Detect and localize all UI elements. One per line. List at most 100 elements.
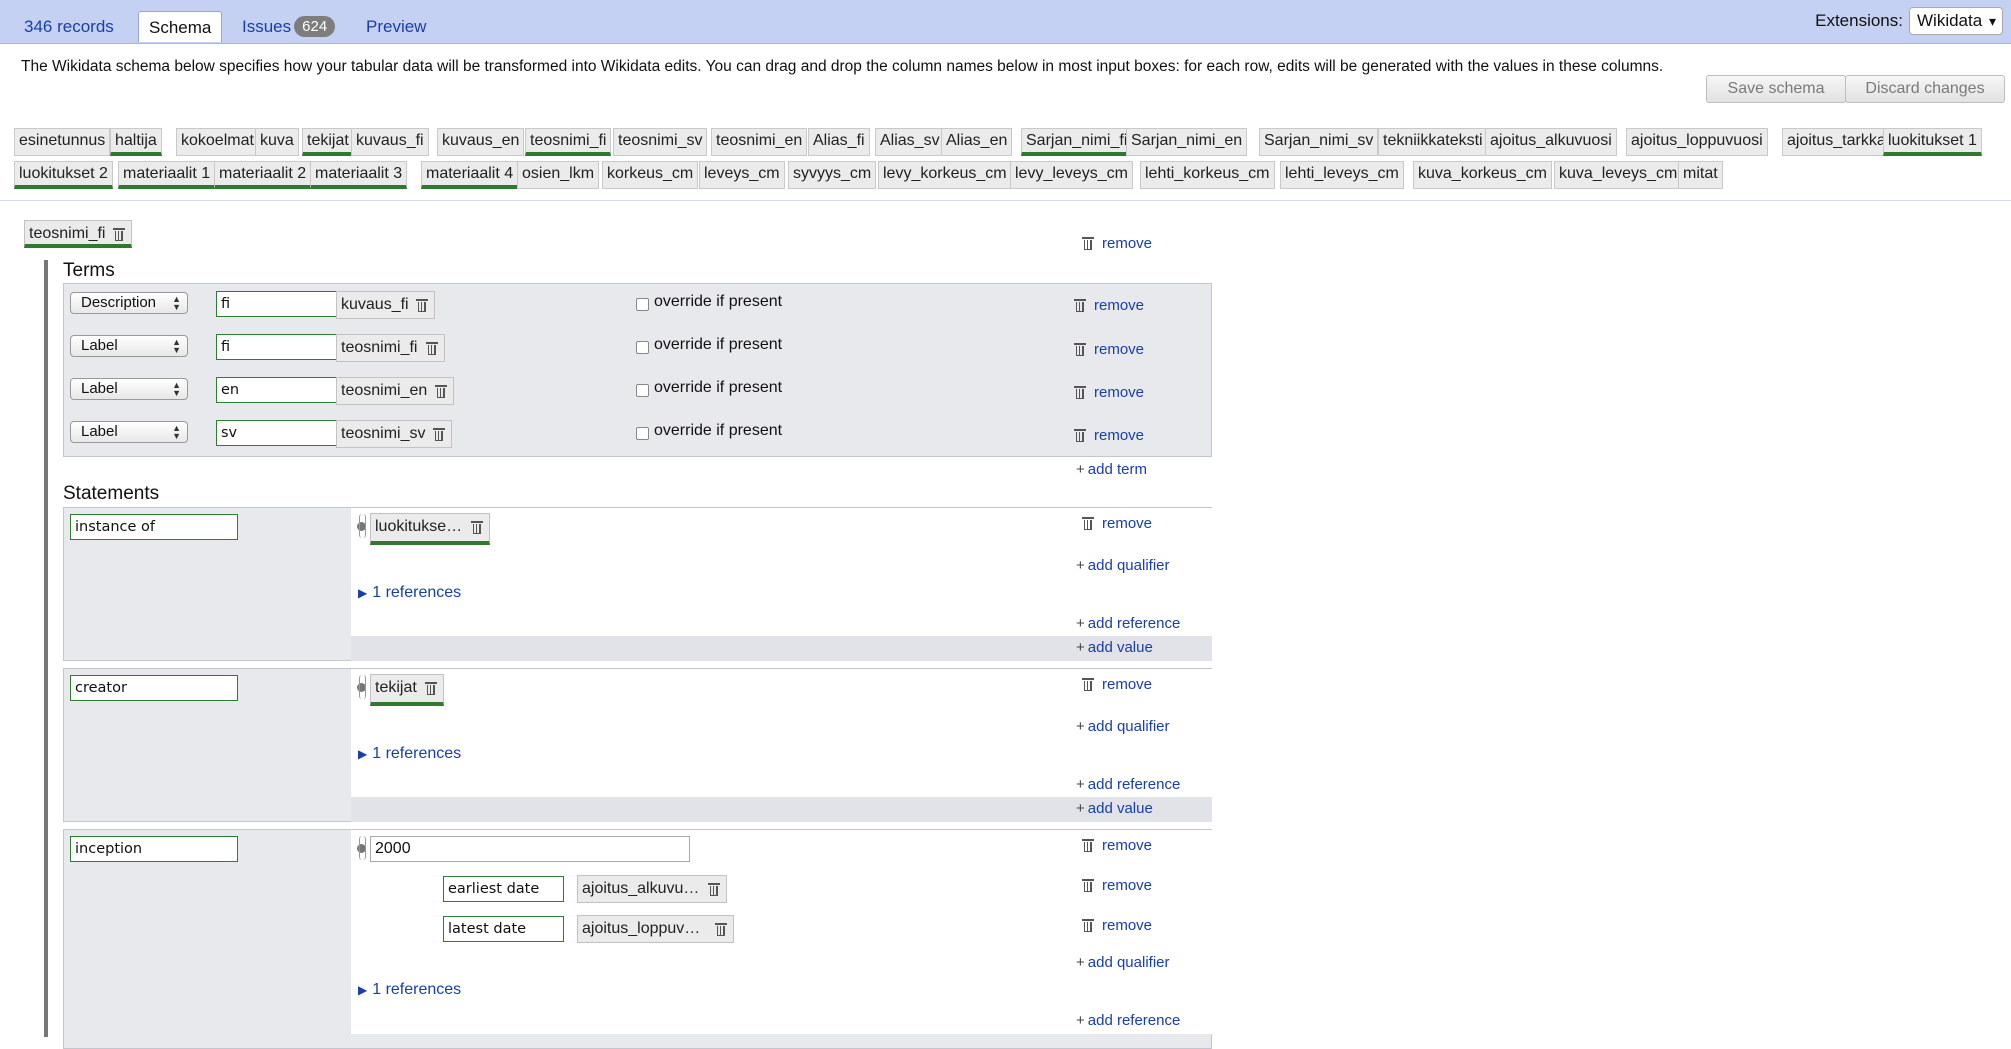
override-checkbox[interactable] bbox=[636, 384, 649, 397]
qualifier-remove-link[interactable]: remove bbox=[1082, 876, 1152, 895]
references-toggle[interactable]: ▶ 1 references bbox=[358, 981, 461, 999]
column-chip[interactable]: teosnimi_en bbox=[711, 128, 808, 156]
qualifier-property-input[interactable]: earliest date bbox=[443, 876, 564, 902]
override-checkbox[interactable] bbox=[636, 298, 649, 311]
column-chip[interactable]: levy_leveys_cm bbox=[1010, 161, 1133, 189]
column-chip[interactable]: luokitukset 2 bbox=[14, 161, 113, 189]
statement-value-input[interactable]: 2000 bbox=[370, 836, 690, 862]
column-chip[interactable]: kuva_korkeus_cm bbox=[1413, 161, 1552, 189]
column-chip[interactable]: Sarjan_nimi_sv bbox=[1259, 128, 1379, 156]
trash-icon[interactable] bbox=[113, 227, 125, 241]
column-chip[interactable]: materiaalit 1 bbox=[118, 161, 216, 189]
trash-icon[interactable] bbox=[426, 341, 438, 355]
drag-handle-icon[interactable] bbox=[356, 675, 368, 701]
term-language-input[interactable]: sv bbox=[216, 420, 340, 446]
add-reference-link[interactable]: + add reference bbox=[1076, 776, 1180, 794]
trash-icon[interactable] bbox=[471, 520, 483, 534]
drag-handle-icon[interactable] bbox=[356, 836, 368, 862]
term-value-chip[interactable]: teosnimi_en bbox=[336, 377, 454, 405]
column-chip[interactable]: lehti_leveys_cm bbox=[1280, 161, 1404, 189]
statement-value-chip[interactable]: tekijat bbox=[370, 674, 444, 706]
column-chip[interactable]: kokoelmat bbox=[176, 128, 259, 156]
add-reference-link[interactable]: + add reference bbox=[1076, 1012, 1180, 1030]
term-type-select[interactable]: Description ▲ ▼ bbox=[70, 292, 188, 314]
term-language-input[interactable]: en bbox=[216, 377, 340, 403]
qualifier-property-input[interactable]: latest date bbox=[443, 916, 564, 942]
column-chip[interactable]: materiaalit 3 bbox=[310, 161, 408, 189]
statement-remove-link[interactable]: remove bbox=[1082, 836, 1152, 855]
column-chip[interactable]: ajoitus_tarkka bbox=[1782, 128, 1891, 156]
term-type-select[interactable]: Label ▲ ▼ bbox=[70, 378, 188, 400]
term-remove-link[interactable]: remove bbox=[1074, 426, 1144, 445]
save-schema-button[interactable]: Save schema bbox=[1706, 75, 1846, 103]
item-subject-chip[interactable]: teosnimi_fi bbox=[24, 220, 132, 248]
extensions-dropdown[interactable]: Wikidata ▾ bbox=[1909, 7, 2003, 35]
column-chip[interactable]: Alias_en bbox=[941, 128, 1013, 156]
statement-remove-link[interactable]: remove bbox=[1082, 514, 1152, 533]
column-chip[interactable]: Sarjan_nimi_fi bbox=[1021, 128, 1133, 156]
discard-changes-button[interactable]: Discard changes bbox=[1845, 75, 2005, 103]
add-value-link[interactable]: + add value bbox=[1076, 800, 1153, 818]
term-type-select[interactable]: Label ▲ ▼ bbox=[70, 421, 188, 443]
column-chip[interactable]: luokitukset 1 bbox=[1883, 128, 1982, 156]
trash-icon[interactable] bbox=[708, 882, 720, 896]
tab-preview[interactable]: Preview bbox=[356, 11, 436, 42]
column-chip[interactable]: mitat bbox=[1678, 161, 1723, 189]
column-chip[interactable]: korkeus_cm bbox=[602, 161, 699, 189]
statement-property-input[interactable]: creator bbox=[70, 675, 238, 701]
term-type-select[interactable]: Label ▲ ▼ bbox=[70, 335, 188, 357]
column-chip[interactable]: ajoitus_alkuvuosi bbox=[1485, 128, 1617, 156]
add-qualifier-link[interactable]: + add qualifier bbox=[1076, 557, 1170, 575]
qualifier-remove-link[interactable]: remove bbox=[1082, 916, 1152, 935]
term-remove-link[interactable]: remove bbox=[1074, 383, 1144, 402]
column-chip[interactable]: kuvaus_fi bbox=[351, 128, 429, 156]
references-toggle[interactable]: ▶ 1 references bbox=[358, 584, 461, 602]
statement-value-chip[interactable]: luokitukse… bbox=[370, 513, 490, 545]
column-chip[interactable]: materiaalit 2 bbox=[214, 161, 312, 189]
add-qualifier-link[interactable]: + add qualifier bbox=[1076, 954, 1170, 972]
references-toggle[interactable]: ▶ 1 references bbox=[358, 745, 461, 763]
term-value-chip[interactable]: teosnimi_sv bbox=[336, 420, 452, 448]
column-chip[interactable]: lehti_korkeus_cm bbox=[1140, 161, 1275, 189]
column-chip[interactable]: Alias_sv bbox=[875, 128, 945, 156]
column-chip[interactable]: kuva_leveys_cm bbox=[1554, 161, 1683, 189]
column-chip[interactable]: materiaalit 4 bbox=[421, 161, 519, 189]
column-chip[interactable]: Sarjan_nimi_en bbox=[1126, 128, 1248, 156]
term-remove-link[interactable]: remove bbox=[1074, 296, 1144, 315]
column-chip[interactable]: esinetunnus bbox=[14, 128, 111, 156]
trash-icon[interactable] bbox=[435, 384, 447, 398]
item-remove-link[interactable]: remove bbox=[1082, 234, 1152, 253]
column-chip[interactable]: haltija bbox=[110, 128, 162, 156]
override-checkbox[interactable] bbox=[636, 427, 649, 440]
column-chip[interactable]: osien_lkm bbox=[517, 161, 600, 189]
column-chip[interactable]: kuva bbox=[255, 128, 299, 156]
term-value-chip[interactable]: teosnimi_fi bbox=[336, 334, 445, 362]
statement-remove-link[interactable]: remove bbox=[1082, 675, 1152, 694]
qualifier-value-chip[interactable]: ajoitus_loppuv… bbox=[577, 915, 734, 943]
term-language-input[interactable]: fi bbox=[216, 291, 340, 317]
statement-property-input[interactable]: instance of bbox=[70, 514, 238, 540]
qualifier-value-chip[interactable]: ajoitus_alkuvu… bbox=[577, 875, 727, 903]
add-reference-link[interactable]: + add reference bbox=[1076, 615, 1180, 633]
column-chip[interactable]: tekijat bbox=[302, 128, 354, 156]
override-checkbox[interactable] bbox=[636, 341, 649, 354]
trash-icon[interactable] bbox=[433, 427, 445, 441]
column-chip[interactable]: ajoitus_loppuvuosi bbox=[1626, 128, 1768, 156]
trash-icon[interactable] bbox=[715, 922, 727, 936]
trash-icon[interactable] bbox=[416, 298, 428, 312]
column-chip[interactable]: tekniikkateksti bbox=[1378, 128, 1488, 156]
term-value-chip[interactable]: kuvaus_fi bbox=[336, 291, 435, 319]
column-chip[interactable]: syvyys_cm bbox=[788, 161, 877, 189]
add-value-link[interactable]: + add value bbox=[1076, 639, 1153, 657]
column-chip[interactable]: leveys_cm bbox=[699, 161, 785, 189]
column-chip[interactable]: Alias_fi bbox=[808, 128, 870, 156]
term-remove-link[interactable]: remove bbox=[1074, 340, 1144, 359]
column-chip[interactable]: kuvaus_en bbox=[437, 128, 525, 156]
term-language-input[interactable]: fi bbox=[216, 334, 340, 360]
tab-records[interactable]: 346 records bbox=[14, 11, 124, 42]
tab-schema[interactable]: Schema bbox=[138, 11, 223, 42]
column-chip[interactable]: levy_korkeus_cm bbox=[878, 161, 1012, 189]
add-qualifier-link[interactable]: + add qualifier bbox=[1076, 718, 1170, 736]
column-chip[interactable]: teosnimi_fi bbox=[525, 128, 612, 156]
add-term-link[interactable]: + add term bbox=[1076, 461, 1147, 479]
